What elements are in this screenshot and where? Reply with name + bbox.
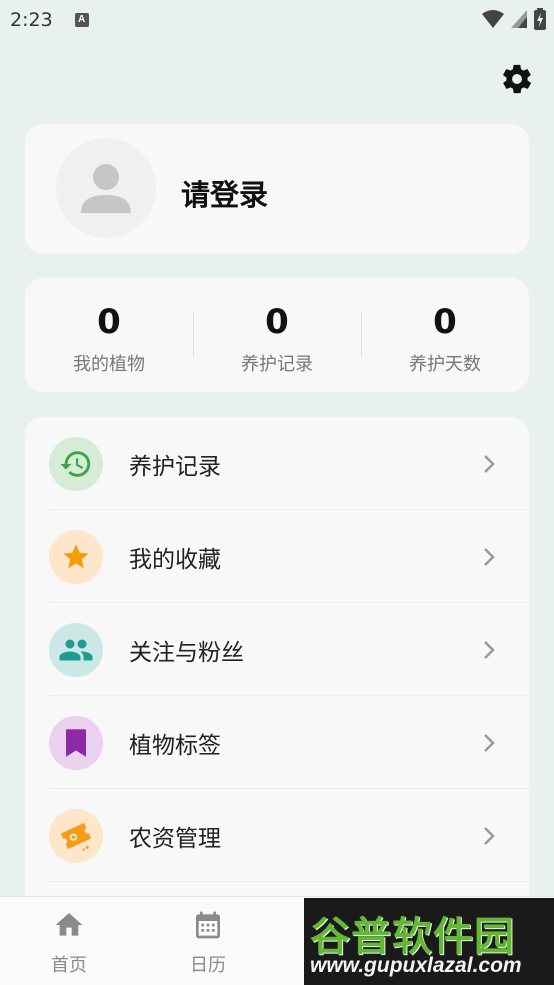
stat-label: 我的植物 [73,354,145,375]
chevron-right-icon [484,455,495,473]
settings-button[interactable] [500,62,534,96]
menu-item-label: 农资管理 [129,825,221,852]
stat-label: 养护天数 [409,354,481,375]
menu-item-follows-fans[interactable]: 关注与粉丝 [25,603,529,696]
person-icon [81,164,131,213]
avatar[interactable] [56,138,156,238]
history-icon [49,436,103,491]
chevron-right-icon [484,734,495,752]
menu-item-care-records[interactable]: 养护记录 [25,417,529,510]
nav-label: 日历 [190,955,226,976]
watermark: 谷普软件园 www.gupuxlazal.com [304,898,554,985]
home-icon [55,913,83,936]
people-icon [49,622,103,677]
chevron-right-icon [484,641,495,659]
menu-item-label: 关注与粉丝 [129,639,244,666]
signal-icon [511,10,527,28]
stat-value: 0 [265,302,289,342]
battery-icon [534,8,546,30]
menu-item-label: 我的收藏 [129,546,221,573]
stats-card: 0 我的植物 0 养护记录 0 养护天数 [25,278,529,392]
menu-item-favorites[interactable]: 我的收藏 [25,510,529,603]
chevron-right-icon [484,548,495,566]
watermark-url: www.gupuxlazal.com [310,954,522,977]
chevron-right-icon [484,827,495,845]
menu-item-agri-supplies[interactable]: 农资管理 [25,789,529,882]
calendar-icon [196,911,220,939]
gear-icon [503,64,531,94]
stat-value: 0 [97,302,121,342]
nav-item-home[interactable]: 首页 [19,897,119,985]
status-indicators [482,8,546,30]
menu-item-label: 养护记录 [129,453,221,480]
star-icon [49,529,103,584]
divider [49,881,529,882]
bookmark-icon [49,715,103,770]
profile-card[interactable]: 请登录 [25,124,529,254]
status-time: 2:23 [10,9,53,31]
wifi-icon [482,10,504,28]
menu-card: 养护记录 我的收藏 关注与粉丝 植物标签 农资管理 [25,417,529,937]
ticket-icon [49,808,103,863]
stat-my-plants[interactable]: 0 我的植物 [25,278,193,392]
nav-item-calendar[interactable]: 日历 [158,897,258,985]
stat-value: 0 [433,302,457,342]
stat-care-days[interactable]: 0 养护天数 [361,278,529,392]
menu-item-label: 植物标签 [129,732,221,759]
stat-care-records[interactable]: 0 养护记录 [193,278,361,392]
status-bar: 2:23 A [0,0,554,40]
notification-badge-icon: A [74,13,89,27]
nav-label: 首页 [51,955,87,976]
stat-label: 养护记录 [241,354,313,375]
login-prompt[interactable]: 请登录 [181,172,268,214]
menu-item-plant-tags[interactable]: 植物标签 [25,696,529,789]
